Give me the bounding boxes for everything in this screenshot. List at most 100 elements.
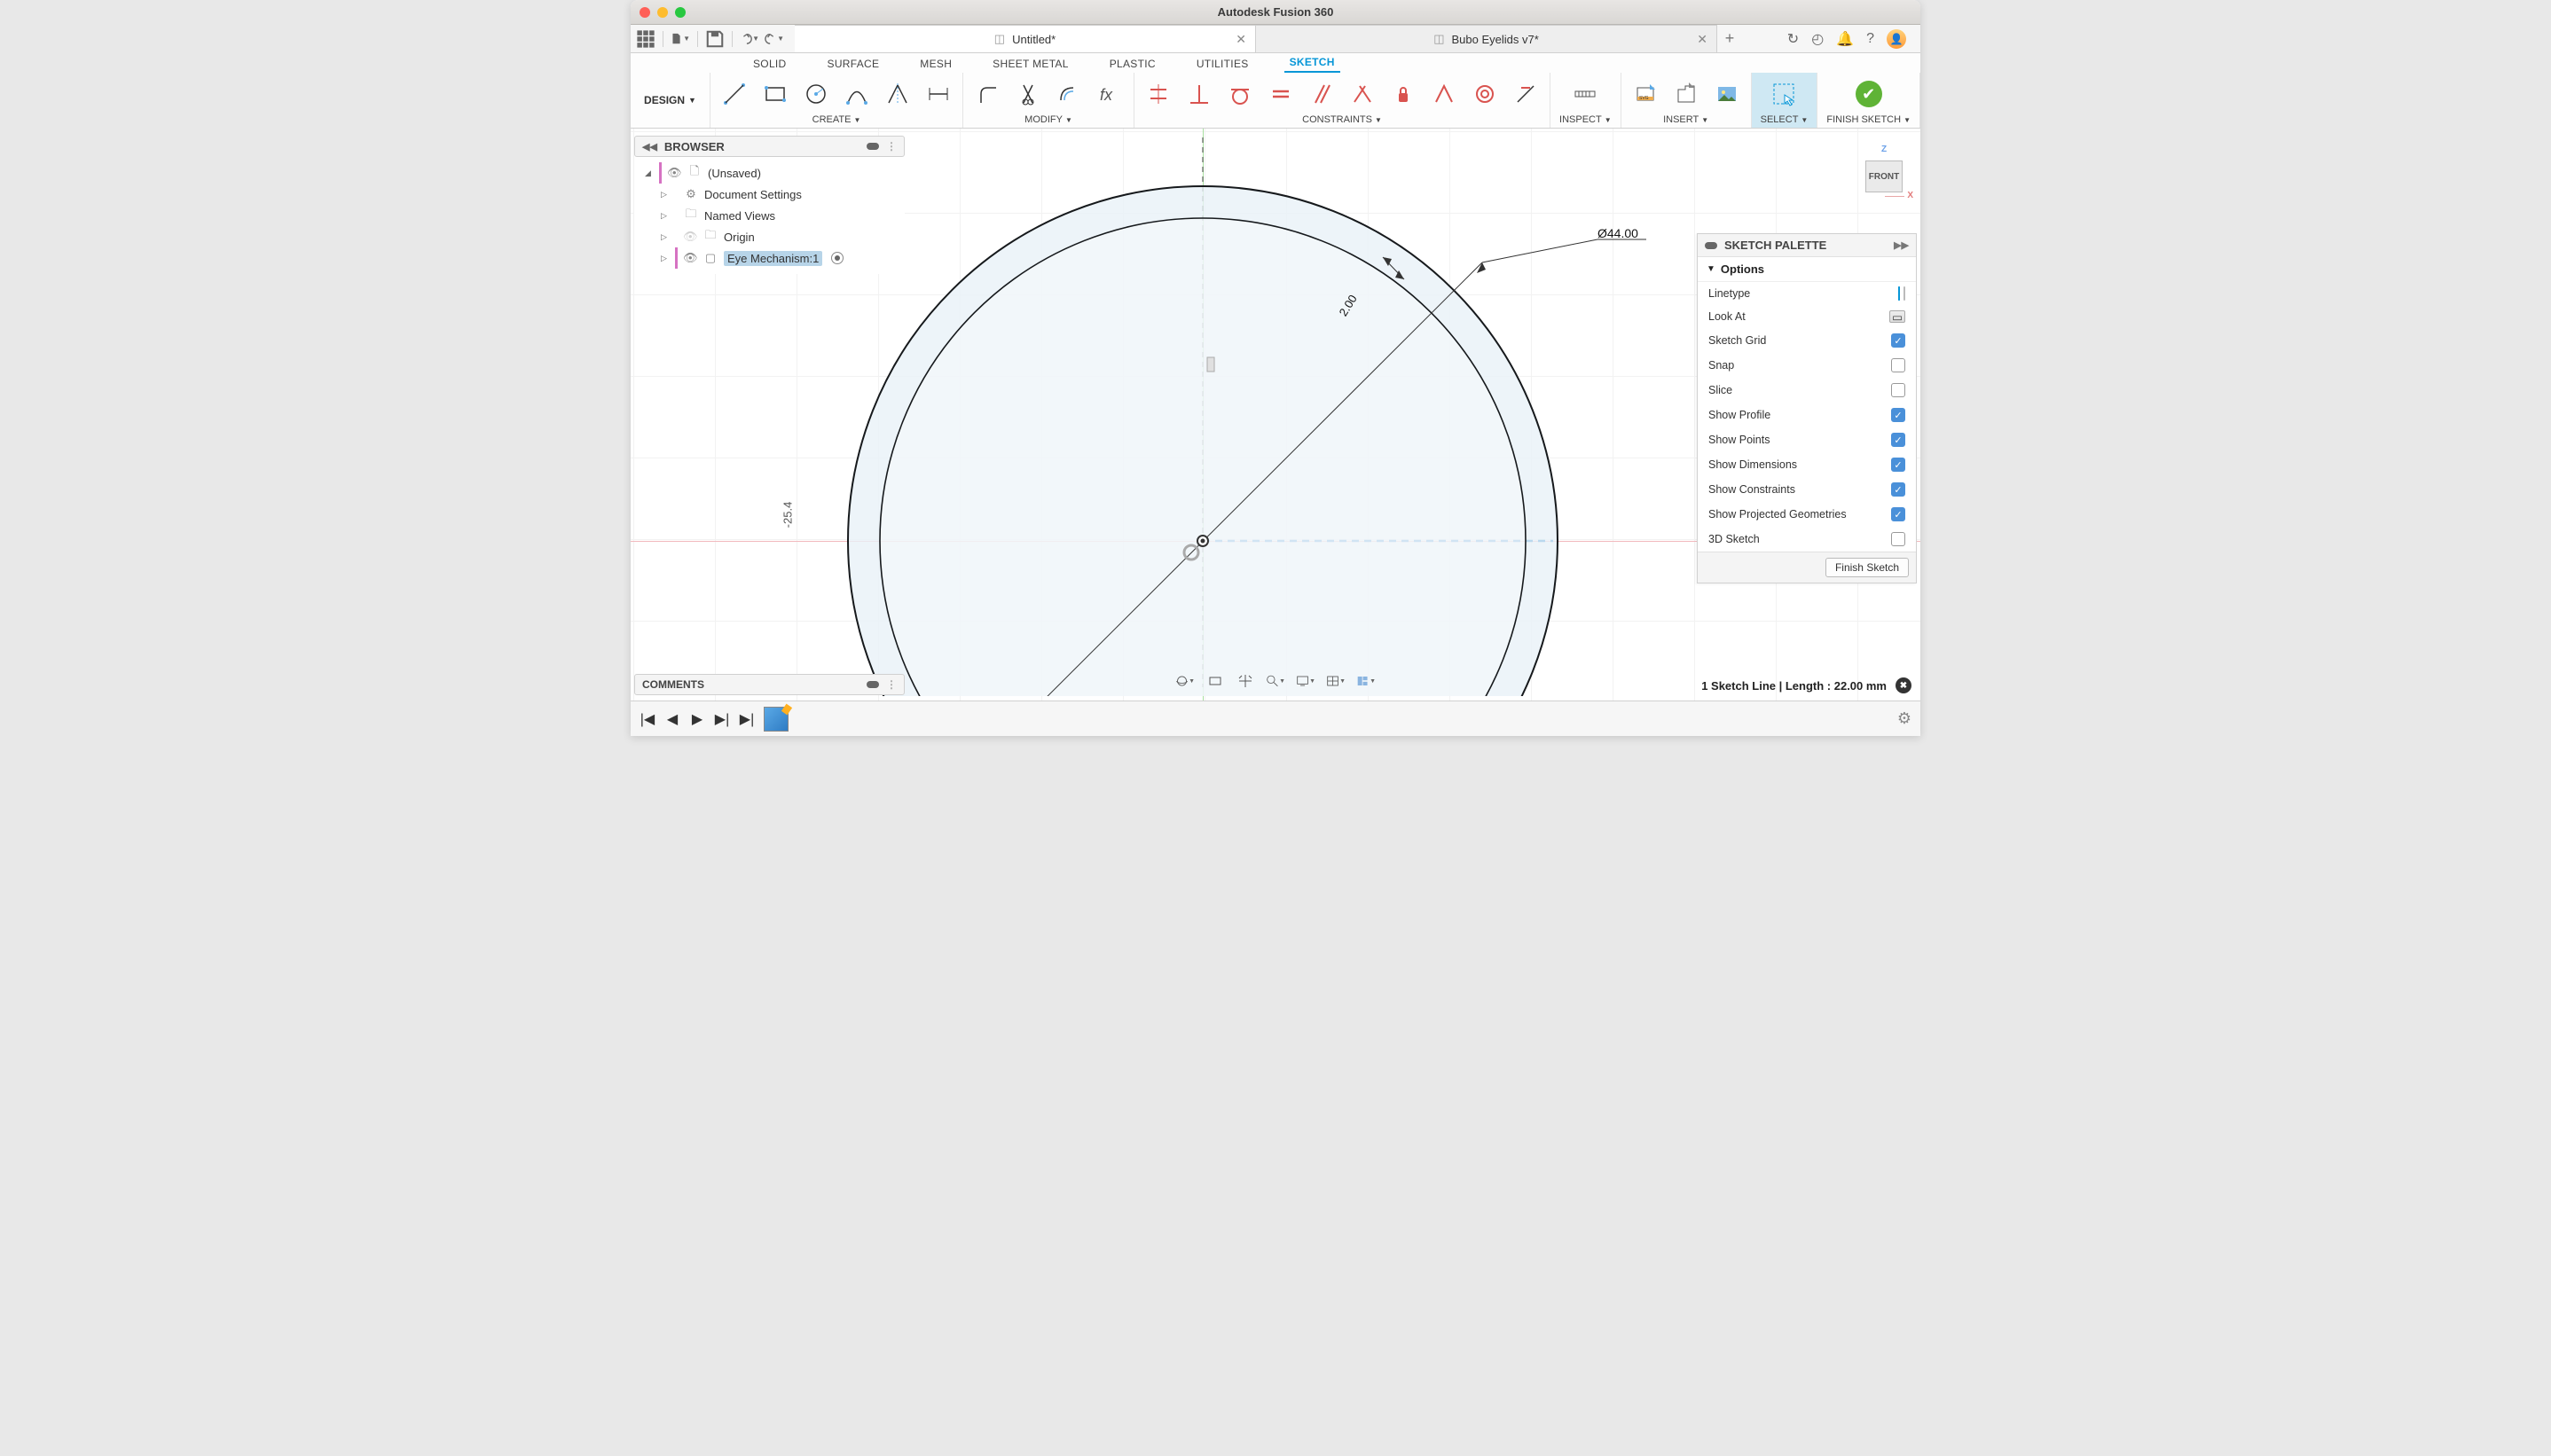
grid-button[interactable]: ▼ (1326, 671, 1346, 691)
ribbon-tab-surface[interactable]: SURFACE (822, 55, 885, 73)
job-status-icon[interactable]: ◴ (1811, 30, 1824, 48)
tree-item[interactable]: ▷ 🗀 Named Views (650, 205, 905, 226)
viewport-button[interactable]: ▼ (1356, 671, 1376, 691)
tree-item[interactable]: ▷ 👁 🗀 Origin (650, 226, 905, 247)
notifications-icon[interactable]: 🔔 (1836, 30, 1854, 48)
parallel-constraint[interactable] (1307, 79, 1337, 109)
redo-button[interactable]: ▼ (765, 29, 784, 49)
window-zoom[interactable] (675, 7, 686, 18)
finish-sketch-button[interactable]: ✔ (1851, 79, 1887, 109)
viewcube[interactable]: Z FRONT X (1856, 137, 1910, 200)
dimension-diameter[interactable]: Ø44.00 (1597, 226, 1638, 240)
collapse-icon[interactable]: ◀◀ (642, 141, 657, 153)
offset-tool[interactable] (1054, 79, 1084, 109)
undo-button[interactable]: ▼ (740, 29, 759, 49)
display-button[interactable]: ▼ (1296, 671, 1315, 691)
lookat-button[interactable]: ▭ (1889, 310, 1905, 323)
checkbox[interactable] (1891, 358, 1905, 372)
palette-section[interactable]: ▼Options (1698, 257, 1916, 282)
window-minimize[interactable] (657, 7, 668, 18)
workspace-selector[interactable]: DESIGN▼ (631, 73, 710, 128)
checkbox[interactable] (1891, 532, 1905, 546)
pin-icon[interactable] (867, 143, 879, 150)
palette-header[interactable]: SKETCH PALETTE ▶▶ (1698, 234, 1916, 257)
window-close[interactable] (640, 7, 650, 18)
checkbox[interactable]: ✓ (1891, 482, 1905, 497)
vertical-constraint[interactable] (1184, 79, 1214, 109)
checkbox[interactable]: ✓ (1891, 408, 1905, 422)
lookat-button[interactable] (1205, 671, 1225, 691)
perpendicular-constraint[interactable] (1347, 79, 1378, 109)
timeline-prev[interactable]: ◀ (664, 711, 680, 727)
comments-panel[interactable]: COMMENTS ⋮ (634, 674, 905, 695)
linetype-construction[interactable] (1903, 286, 1905, 301)
timeline-next[interactable]: ▶| (714, 711, 730, 727)
insert-dxf[interactable] (1671, 79, 1701, 109)
line-tool[interactable] (719, 79, 750, 109)
checkbox[interactable]: ✓ (1891, 333, 1905, 348)
activate-radio[interactable] (831, 252, 844, 264)
pin-icon[interactable] (1705, 242, 1717, 249)
close-tab-icon[interactable]: ✕ (1236, 32, 1246, 47)
timeline-play[interactable]: ▶ (689, 711, 705, 727)
tree-item[interactable]: ▷ ⚙ Document Settings (650, 184, 905, 205)
measure-tool[interactable] (1570, 79, 1600, 109)
coincident-constraint[interactable] (1511, 79, 1541, 109)
stop-icon[interactable]: ✖ (1896, 677, 1911, 693)
finish-sketch-palette-button[interactable]: Finish Sketch (1825, 558, 1909, 577)
grip-icon[interactable]: ⋮ (886, 140, 897, 153)
zoom-button[interactable]: ▼ (1266, 671, 1285, 691)
save-button[interactable] (705, 29, 725, 49)
data-panel-button[interactable] (636, 29, 655, 49)
checkbox[interactable]: ✓ (1891, 507, 1905, 521)
pan-button[interactable] (1236, 671, 1255, 691)
timeline-start[interactable]: |◀ (640, 711, 655, 727)
insert-image[interactable] (1712, 79, 1742, 109)
visibility-icon[interactable]: 👁 (667, 166, 681, 180)
dimension-tool[interactable] (923, 79, 954, 109)
browser-header[interactable]: ◀◀ BROWSER ⋮ (634, 136, 905, 157)
close-tab-icon[interactable]: ✕ (1697, 32, 1707, 47)
linetype-solid[interactable] (1898, 286, 1900, 301)
orbit-button[interactable]: ▼ (1175, 671, 1195, 691)
visibility-icon[interactable]: 👁 (683, 230, 697, 244)
insert-svg[interactable]: SVG (1630, 79, 1660, 109)
ribbon-tab-solid[interactable]: SOLID (748, 55, 792, 73)
equal-constraint[interactable] (1266, 79, 1296, 109)
checkbox[interactable] (1891, 383, 1905, 397)
ribbon-tab-mesh[interactable]: MESH (914, 55, 957, 73)
ribbon-tab-sketch[interactable]: SKETCH (1284, 53, 1340, 73)
parameters-tool[interactable]: fx (1095, 79, 1125, 109)
mirror-tool[interactable] (883, 79, 913, 109)
ribbon-tab-plastic[interactable]: PLASTIC (1104, 55, 1161, 73)
midpoint-constraint[interactable] (1429, 79, 1459, 109)
grip-icon[interactable]: ⋮ (886, 678, 897, 691)
trim-tool[interactable] (1013, 79, 1043, 109)
document-tab-active[interactable]: ◫ Untitled* ✕ (795, 25, 1256, 52)
pin-icon[interactable] (867, 681, 879, 688)
select-tool[interactable] (1769, 79, 1799, 109)
checkbox[interactable]: ✓ (1891, 433, 1905, 447)
timeline-settings[interactable]: ⚙ (1897, 709, 1911, 728)
extensions-icon[interactable]: ↻ (1787, 30, 1799, 48)
ribbon-tab-utilities[interactable]: UTILITIES (1191, 55, 1254, 73)
ribbon-tab-sheetmetal[interactable]: SHEET METAL (987, 55, 1074, 73)
circle-tool[interactable] (801, 79, 831, 109)
tree-root[interactable]: ◢ 👁 🗋 (Unsaved) (634, 162, 905, 184)
fix-constraint[interactable] (1388, 79, 1418, 109)
new-tab-button[interactable]: + (1717, 25, 1742, 52)
checkbox[interactable]: ✓ (1891, 458, 1905, 472)
visibility-icon[interactable]: 👁 (683, 251, 697, 265)
rectangle-tool[interactable] (760, 79, 790, 109)
help-icon[interactable]: ? (1866, 31, 1874, 47)
canvas[interactable]: Ø44.00 2.00 -25.4 ◀◀ BROWSER ⋮ ◢ 👁 🗋 (Un… (631, 129, 1920, 701)
document-tab-inactive[interactable]: ◫ Bubo Eyelids v7* ✕ (1256, 25, 1717, 52)
concentric-constraint[interactable] (1470, 79, 1500, 109)
user-avatar[interactable]: 👤 (1887, 29, 1906, 49)
file-menu[interactable]: ▼ (671, 29, 690, 49)
tangent-constraint[interactable] (1225, 79, 1255, 109)
viewcube-face[interactable]: FRONT (1865, 160, 1903, 192)
timeline-feature-sketch[interactable] (764, 707, 789, 732)
horizontal-constraint[interactable] (1143, 79, 1173, 109)
expand-icon[interactable]: ▶▶ (1894, 239, 1909, 251)
